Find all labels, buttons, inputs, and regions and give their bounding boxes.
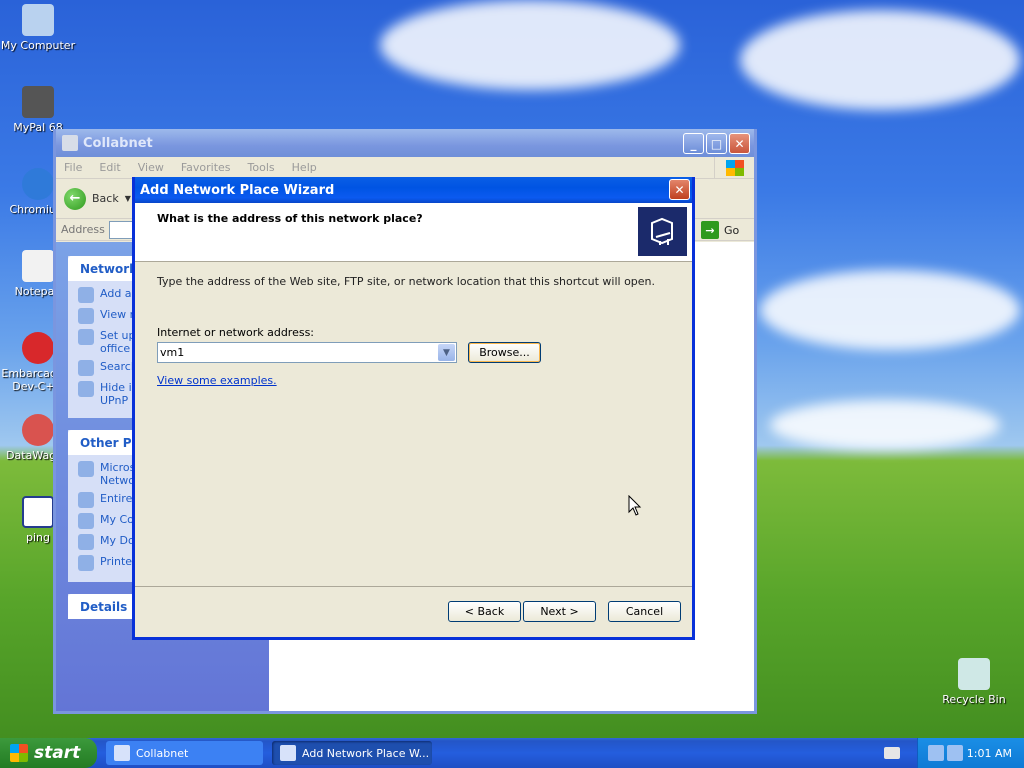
- menu-edit[interactable]: Edit: [99, 161, 120, 174]
- desktop-icon-my-computer[interactable]: My Computer: [0, 4, 76, 52]
- wizard-footer: < Back Next > Cancel: [135, 586, 692, 637]
- chevron-down-icon[interactable]: ▼: [438, 344, 455, 361]
- globe-icon: [78, 308, 94, 324]
- globe-icon: [78, 492, 94, 508]
- menu-favorites[interactable]: Favorites: [181, 161, 231, 174]
- wizard-question: What is the address of this network plac…: [157, 212, 423, 225]
- network-setup-icon: [78, 329, 94, 345]
- wizard-body: Type the address of the Web site, FTP si…: [135, 262, 692, 587]
- back-button[interactable]: ← Back ▼: [64, 187, 131, 210]
- wizard-titlebar[interactable]: Add Network Place Wizard ✕: [135, 177, 692, 203]
- network-place-folder-icon: [638, 207, 687, 256]
- chevron-down-icon[interactable]: ▼: [125, 194, 131, 203]
- folder-icon: [78, 534, 94, 550]
- minimize-button[interactable]: _: [683, 133, 704, 154]
- taskbar-item-collabnet[interactable]: Collabnet: [106, 741, 263, 765]
- menu-help[interactable]: Help: [292, 161, 317, 174]
- go-arrow-icon: →: [701, 221, 719, 239]
- keyboard-icon[interactable]: [884, 747, 900, 759]
- network-address-value: vm1: [160, 346, 185, 359]
- add-network-place-icon: [78, 287, 94, 303]
- my-computer-icon: [78, 513, 94, 529]
- notepad-icon: [22, 250, 54, 282]
- next-button[interactable]: Next >: [523, 601, 596, 622]
- cloud: [380, 0, 680, 90]
- back-button[interactable]: < Back: [448, 601, 521, 622]
- explorer-titlebar[interactable]: Collabnet _ □ ✕: [56, 129, 754, 157]
- address-label: Address: [61, 223, 105, 236]
- recycle-bin-icon: [958, 658, 990, 690]
- view-examples-link[interactable]: View some examples.: [157, 374, 277, 387]
- menu-tools[interactable]: Tools: [248, 161, 275, 174]
- go-label: Go: [724, 223, 740, 237]
- wizard-title: Add Network Place Wizard: [140, 182, 335, 198]
- close-button[interactable]: ✕: [729, 133, 750, 154]
- add-network-place-wizard: Add Network Place Wizard ✕ What is the a…: [132, 177, 695, 640]
- back-label: Back: [92, 192, 119, 205]
- chromium-icon: [22, 168, 54, 200]
- menu-file[interactable]: File: [64, 161, 82, 174]
- wizard-header: What is the address of this network plac…: [135, 203, 692, 262]
- mouse-cursor-icon: [628, 495, 642, 516]
- desktop-icon-label: My Computer: [0, 39, 76, 52]
- cloud: [770, 400, 1000, 450]
- windows-logo-icon: [714, 157, 754, 179]
- cancel-button[interactable]: Cancel: [608, 601, 681, 622]
- mypal-icon: [22, 86, 54, 118]
- network-folder-icon: [114, 745, 130, 761]
- start-button[interactable]: start: [0, 738, 97, 768]
- menu-bar: File Edit View Favorites Tools Help: [56, 157, 754, 179]
- system-tray: 1:01 AM: [917, 738, 1024, 768]
- desktop-icon-label: Recycle Bin: [942, 693, 1006, 706]
- wizard-description: Type the address of the Web site, FTP si…: [157, 275, 656, 288]
- network-folder-icon: [62, 135, 78, 151]
- desktop-icon-mypal[interactable]: MyPal 68: [0, 86, 76, 134]
- wizard-close-button[interactable]: ✕: [669, 179, 690, 200]
- clock[interactable]: 1:01 AM: [967, 747, 1012, 760]
- start-label: start: [34, 743, 81, 763]
- desktop-icon-recycle-bin[interactable]: Recycle Bin: [936, 658, 1012, 706]
- menu-view[interactable]: View: [138, 161, 164, 174]
- taskbar: start Collabnet Add Network Place W... 1…: [0, 738, 1024, 768]
- taskbar-item-wizard[interactable]: Add Network Place W...: [272, 741, 432, 765]
- windows-flag-icon: [10, 744, 28, 762]
- my-computer-icon: [22, 4, 54, 36]
- cloud: [740, 10, 1020, 110]
- network-address-combobox[interactable]: vm1 ▼: [157, 342, 457, 363]
- computer-icon: [78, 381, 94, 397]
- address-field-label: Internet or network address:: [157, 326, 315, 339]
- cloud: [760, 270, 1020, 350]
- devcpp-icon: [22, 332, 54, 364]
- search-icon: [78, 360, 94, 376]
- printer-icon: [78, 555, 94, 571]
- taskbar-item-label: Add Network Place W...: [302, 746, 430, 760]
- explorer-title: Collabnet: [83, 135, 153, 151]
- window-icon: [280, 745, 296, 761]
- safely-remove-icon[interactable]: [947, 745, 964, 761]
- ping-icon: [22, 496, 54, 528]
- network-tray-icon[interactable]: [928, 745, 944, 761]
- go-button[interactable]: → Go: [701, 219, 739, 241]
- globe-icon: [78, 461, 94, 477]
- back-arrow-icon: ←: [64, 187, 86, 210]
- datawagon-icon: [22, 414, 54, 446]
- maximize-button[interactable]: □: [706, 133, 727, 154]
- taskbar-item-label: Collabnet: [136, 746, 189, 760]
- browse-button[interactable]: Browse...: [468, 342, 541, 363]
